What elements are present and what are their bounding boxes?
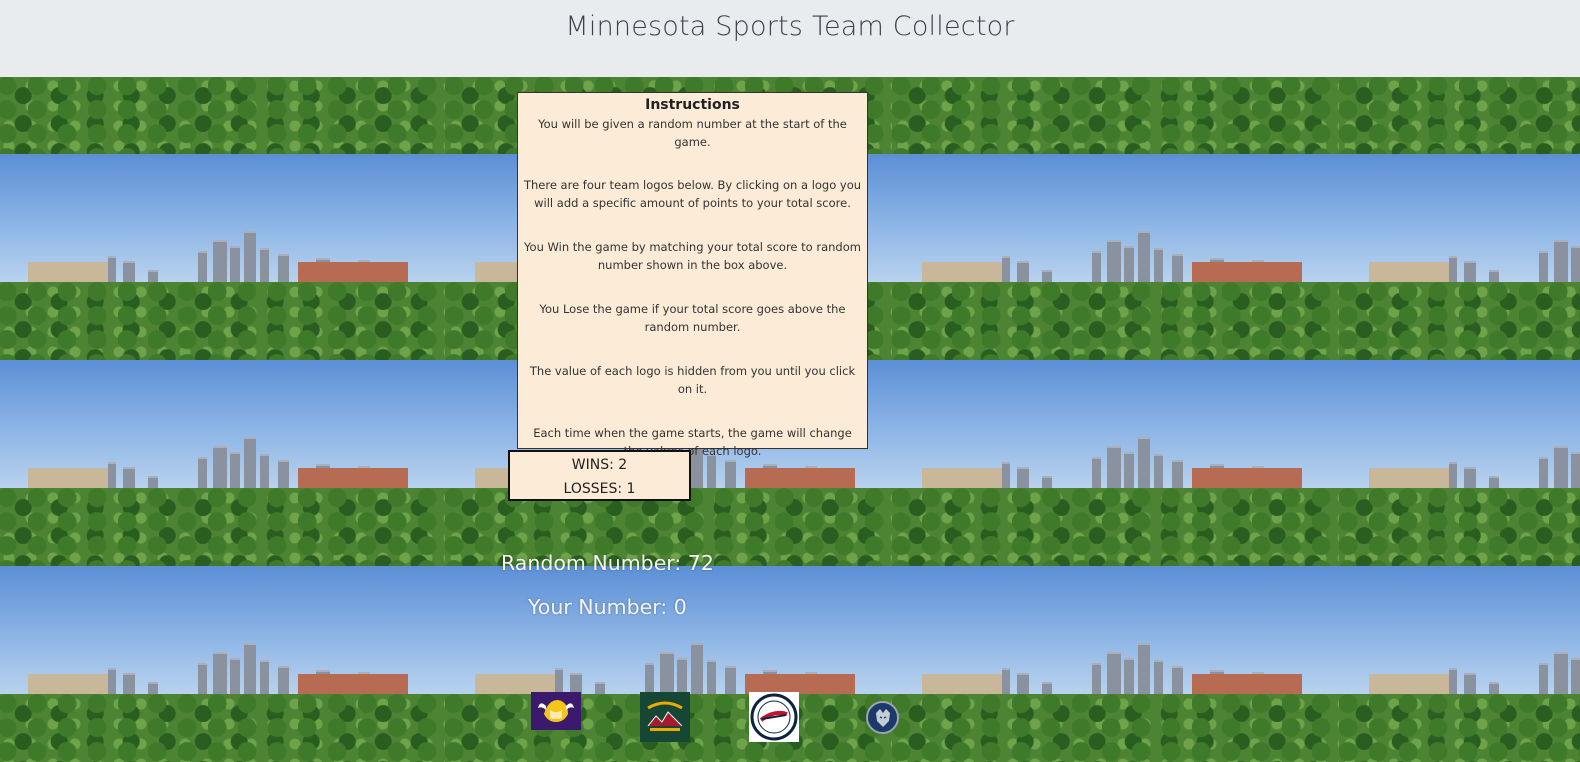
instruction-text: You Lose the game if your total score go… [539,302,846,334]
random-number: Random Number: 72 [501,551,714,575]
wild-logo-icon [644,696,686,738]
twins-logo-icon [750,693,798,741]
skyline-tile [0,154,448,361]
skyline-tile [0,360,448,567]
instructions-heading: Instructions [645,97,740,113]
timberwolves-logo-button[interactable] [866,701,899,734]
losses-count: LOSSES: 1 [563,481,636,497]
skyline-tile [1339,77,1580,155]
wild-logo-button[interactable] [640,692,690,742]
instruction-text: You Win the game by matching your total … [524,240,861,272]
wins-count: WINS: 2 [571,457,628,473]
skyline-tile [892,360,1342,567]
timberwolves-logo-icon [875,708,890,727]
vikings-logo-icon [538,700,574,722]
instruction-text: There are four team logos below. By clic… [523,178,862,210]
skyline-tile [1339,154,1580,361]
skyline-tile [1339,360,1580,567]
skyline-tile [892,154,1342,361]
win-loss-record: WINS: 2 LOSSES: 1 [508,450,691,501]
skyline-tile [0,77,448,155]
skyline-tile [0,566,448,762]
vikings-logo-button[interactable] [531,692,581,730]
your-number: Your Number: 0 [528,595,687,619]
skyline-tile [1339,566,1580,762]
instruction-text: The value of each logo is hidden from yo… [529,364,856,396]
skyline-tile [892,77,1342,155]
twins-logo-button[interactable] [749,692,799,742]
page-title: Minnesota Sports Team Collector [565,11,1015,42]
instruction-text: You will be given a random number at the… [538,117,847,149]
instructions-panel: Instructions You will be given a random … [517,92,868,458]
page-header: Minnesota Sports Team Collector [0,0,1580,77]
skyline-tile [892,566,1342,762]
